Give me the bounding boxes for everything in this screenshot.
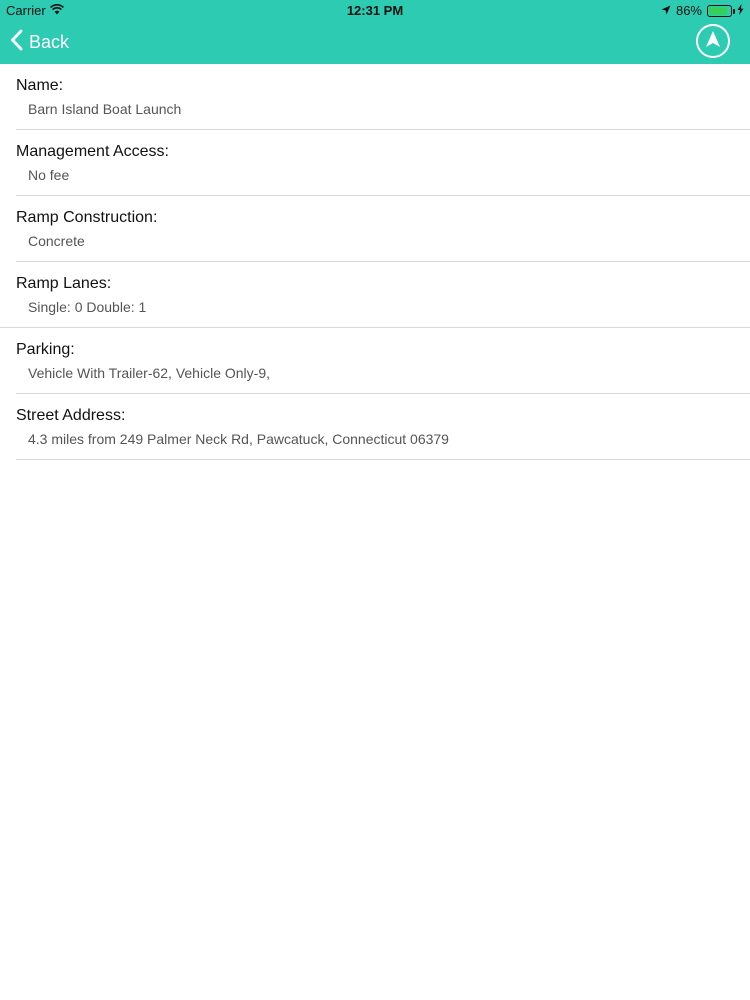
detail-value: No fee: [28, 167, 70, 183]
status-right: 86%: [661, 3, 744, 18]
detail-label: Management Access:: [16, 143, 169, 160]
detail-label: Parking:: [16, 341, 75, 358]
charging-bolt-icon: [737, 3, 744, 18]
status-time: 12:31 PM: [346, 3, 404, 18]
detail-value: Vehicle With Trailer-62, Vehicle Only-9,: [28, 365, 270, 381]
location-arrow-icon: [661, 3, 671, 18]
navigation-bar: Back: [0, 20, 750, 64]
detail-value: 4.3 miles from 249 Palmer Neck Rd, Pawca…: [28, 431, 449, 447]
navigation-arrow-icon: [705, 30, 721, 53]
detail-row-management-access: Management Access: No fee: [16, 130, 750, 196]
detail-label: Name:: [16, 77, 64, 94]
back-label: Back: [29, 31, 70, 52]
detail-row-parking: Parking: Vehicle With Trailer-62, Vehicl…: [16, 328, 750, 394]
battery-percent: 86%: [675, 3, 702, 18]
battery-icon: [707, 4, 735, 17]
detail-value: Concrete: [28, 233, 85, 249]
detail-row-street-address: Street Address: 4.3 miles from 249 Palme…: [16, 394, 750, 460]
status-bar: Carrier 12:31 PM 86%: [0, 0, 750, 20]
navigate-button[interactable]: [696, 24, 730, 58]
detail-value: Barn Island Boat Launch: [28, 101, 182, 117]
back-button[interactable]: Back: [10, 20, 69, 64]
top-bar: Carrier 12:31 PM 86% Back: [0, 0, 750, 64]
details-list: Name: Barn Island Boat Launch Management…: [0, 64, 750, 460]
chevron-left-icon: [10, 29, 23, 56]
detail-row-ramp-lanes: Ramp Lanes: Single: 0 Double: 1: [0, 262, 750, 328]
detail-label: Ramp Construction:: [16, 209, 158, 226]
battery-fill: [709, 6, 728, 15]
detail-label: Street Address:: [16, 407, 126, 424]
detail-row-name: Name: Barn Island Boat Launch: [16, 64, 750, 130]
battery-cap: [733, 8, 735, 14]
detail-row-ramp-construction: Ramp Construction: Concrete: [16, 196, 750, 262]
detail-label: Ramp Lanes:: [16, 275, 112, 292]
detail-value: Single: 0 Double: 1: [28, 299, 147, 315]
